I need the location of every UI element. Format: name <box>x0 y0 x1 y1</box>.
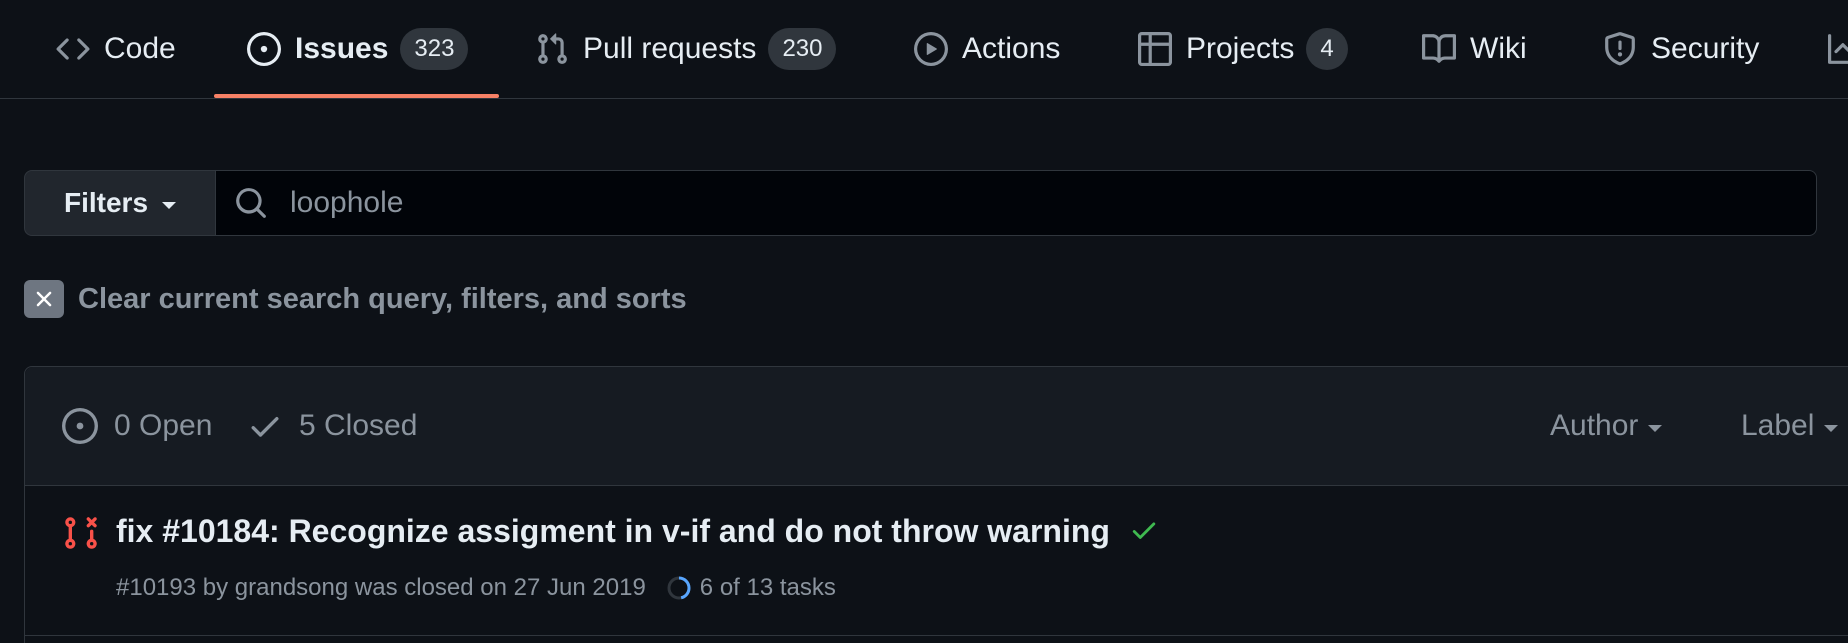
check-icon <box>247 408 283 444</box>
projects-counter: 4 <box>1306 28 1348 70</box>
tab-pull-requests-label: Pull requests <box>583 32 757 65</box>
tab-wiki-label: Wiki <box>1470 32 1527 65</box>
closed-issues-filter[interactable]: 5 Closed <box>247 367 417 485</box>
issue-opened-icon <box>247 32 281 66</box>
tab-actions[interactable]: Actions <box>914 0 1060 98</box>
chevron-down-icon <box>1824 424 1839 432</box>
tab-security[interactable]: Security <box>1603 0 1759 98</box>
git-pull-request-icon <box>535 32 569 66</box>
issue-title-link[interactable]: fix #10184: Recognize assigment in v-if … <box>116 513 1159 553</box>
search-box[interactable] <box>216 170 1817 236</box>
chevron-down-icon <box>162 201 177 209</box>
code-icon <box>56 32 90 66</box>
issue-title-text: fix #10184: Recognize assigment in v-if … <box>116 513 1110 549</box>
label-dropdown[interactable]: Label <box>1741 367 1839 485</box>
author-dropdown[interactable]: Author <box>1550 367 1663 485</box>
search-icon <box>234 186 268 220</box>
table-icon <box>1138 32 1172 66</box>
closed-count-label: 5 Closed <box>299 409 418 442</box>
issue-meta-closed: was closed on <box>354 574 507 601</box>
repo-nav: Code Issues 323 Pull requests 230 Action… <box>0 0 1848 99</box>
clear-search-button[interactable]: Clear current search query, filters, and… <box>24 280 687 318</box>
clear-search-label: Clear current search query, filters, and… <box>78 282 687 315</box>
issue-number: #10193 <box>116 574 197 601</box>
play-icon <box>914 32 948 66</box>
tab-code[interactable]: Code <box>56 0 176 98</box>
tab-issues-label: Issues <box>295 32 389 65</box>
page: Code Issues 323 Pull requests 230 Action… <box>0 0 1848 643</box>
issue-author-link[interactable]: grandsong <box>235 574 348 602</box>
git-pull-request-closed-icon <box>63 515 99 551</box>
tab-actions-label: Actions <box>962 32 1061 65</box>
filters-button[interactable]: Filters <box>24 170 216 236</box>
close-icon <box>24 280 64 318</box>
open-count-label: 0 Open <box>114 409 213 442</box>
filters-label: Filters <box>63 187 149 218</box>
tab-insights-partial[interactable] <box>1828 0 1848 98</box>
graph-icon <box>1828 32 1848 66</box>
book-icon <box>1422 32 1456 66</box>
issue-closed-date: 27 Jun 2019 <box>513 574 646 601</box>
task-progress-icon <box>667 576 691 600</box>
search-input[interactable] <box>288 185 1692 221</box>
check-icon[interactable] <box>1129 515 1159 553</box>
issue-meta: #10193 by grandsong was closed on 27 Jun… <box>116 574 836 602</box>
tab-issues[interactable]: Issues 323 <box>247 0 469 98</box>
tab-wiki[interactable]: Wiki <box>1422 0 1527 98</box>
chevron-down-icon <box>1648 424 1663 432</box>
task-progress[interactable]: 6 of 13 tasks <box>666 574 836 602</box>
label-dropdown-label: Label <box>1741 409 1815 442</box>
tab-code-label: Code <box>104 32 176 65</box>
selected-tab-underline <box>214 94 499 98</box>
table-row: fix #10184: Recognize assigment in v-if … <box>25 485 1848 636</box>
tab-projects-label: Projects <box>1186 32 1295 65</box>
tab-pull-requests[interactable]: Pull requests 230 <box>535 0 837 98</box>
issues-list-header: 0 Open 5 Closed Author Label <box>25 367 1848 486</box>
tab-security-label: Security <box>1651 32 1760 65</box>
pull-requests-counter: 230 <box>768 28 837 70</box>
open-issues-filter[interactable]: 0 Open <box>62 367 212 485</box>
issue-meta-by: by <box>202 574 229 601</box>
author-label: Author <box>1550 409 1639 442</box>
task-progress-label: 6 of 13 tasks <box>699 574 836 601</box>
issues-counter: 323 <box>400 28 469 70</box>
issues-list: 0 Open 5 Closed Author Label fix #10184:… <box>24 366 1848 643</box>
tab-projects[interactable]: Projects 4 <box>1138 0 1348 98</box>
issue-opened-icon <box>62 408 98 444</box>
shield-icon <box>1603 32 1637 66</box>
